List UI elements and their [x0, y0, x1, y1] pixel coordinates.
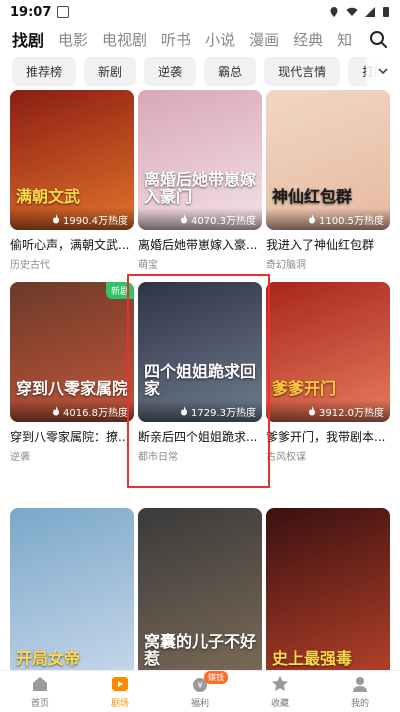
cover-title: 穿到八零家属院	[16, 379, 129, 399]
svg-text:¥: ¥	[197, 681, 202, 690]
nav-home[interactable]: 首页	[0, 671, 80, 712]
drama-title: 偷听心声，满朝文武...	[10, 238, 130, 252]
nav-label: 首页	[30, 699, 49, 709]
earn-money-badge: 赚钱	[204, 671, 228, 684]
cover-title: 满朝文武	[16, 187, 81, 207]
drama-title: 爹爹开门，我带剧本...	[266, 430, 386, 444]
drama-card[interactable]: 离婚后她带崽嫁入豪门 4070.3万热度 离婚后她带崽嫁入豪... 萌宝	[138, 90, 262, 271]
heat-value: 4016.8万热度	[63, 407, 128, 419]
signal-icon	[365, 7, 375, 17]
drama-card[interactable]: 史上最强毒	[266, 508, 390, 670]
status-icons	[328, 6, 390, 18]
cover-title: 离婚后她带崽嫁入豪门	[144, 170, 257, 207]
drama-cover: 开局女帝	[10, 508, 134, 670]
heat-label: 3912.0万热度	[266, 400, 390, 422]
tag-comeback[interactable]: 逆袭	[144, 56, 197, 86]
drama-genre: 古风权谋	[266, 452, 306, 463]
nav-theater[interactable]: 剧场	[80, 671, 160, 712]
drama-title: 穿到八零家属院：撩...	[10, 430, 130, 444]
drama-card[interactable]: 爹爹开门 3912.0万热度 爹爹开门，我带剧本... 古风权谋	[266, 282, 390, 463]
chevron-down-icon	[378, 68, 388, 75]
tag-modern-romance[interactable]: 现代言情	[264, 56, 341, 86]
battery-icon	[383, 7, 389, 17]
drama-title: 离婚后她带崽嫁入豪...	[138, 238, 258, 252]
heat-value: 4070.3万热度	[191, 215, 256, 227]
drama-cover: 穿到八零家属院 新剧 4016.8万热度	[10, 282, 134, 422]
nav-profile[interactable]: 我的	[320, 671, 400, 712]
tab-knowledge[interactable]: 知	[337, 29, 352, 50]
drama-card[interactable]: 满朝文武 1990.4万热度 偷听心声，满朝文武... 历史古代	[10, 90, 134, 271]
flame-icon	[53, 214, 59, 224]
drama-cover: 神仙红包群 1100.5万热度	[266, 90, 390, 230]
drama-cover: 离婚后她带崽嫁入豪门 4070.3万热度	[138, 90, 262, 230]
tag-ranking[interactable]: 推荐榜	[12, 56, 77, 86]
flame-icon	[309, 214, 315, 224]
drama-genre: 逆袭	[10, 452, 30, 463]
cover-title: 神仙红包群	[272, 187, 353, 207]
nav-favorites[interactable]: 收藏	[240, 671, 320, 712]
home-icon	[33, 677, 47, 691]
cover-title: 窝囊的儿子不好惹	[144, 632, 257, 669]
cover-art	[10, 508, 134, 670]
tag-ceo[interactable]: 霸总	[204, 56, 257, 86]
heat-value: 3912.0万热度	[319, 407, 384, 419]
tab-tv-series[interactable]: 电视剧	[102, 29, 147, 50]
category-tabs: 找剧 电影 电视剧 听书 小说 漫画 经典 知	[0, 24, 400, 54]
drama-title: 我进入了神仙红包群	[266, 238, 375, 252]
nav-welfare[interactable]: ¥ 赚钱 福利	[160, 671, 240, 712]
filter-tags: 推荐榜 新剧 逆袭 霸总 现代言情 打脸	[0, 56, 400, 86]
tab-find-drama[interactable]: 找剧	[12, 27, 44, 51]
drama-genre: 历史古代	[10, 260, 50, 271]
nav-label: 我的	[350, 699, 369, 709]
heat-label: 4070.3万热度	[138, 208, 262, 230]
nav-label: 剧场	[110, 699, 129, 709]
heat-label: 4016.8万热度	[10, 400, 134, 422]
drama-cover: 史上最强毒	[266, 508, 390, 670]
drama-genre: 萌宝	[138, 260, 158, 271]
selection-highlight	[127, 274, 270, 488]
heat-label: 1100.5万热度	[266, 208, 390, 230]
wifi-icon	[346, 7, 358, 16]
tag-new-drama[interactable]: 新剧	[84, 56, 137, 86]
drama-card[interactable]: 神仙红包群 1100.5万热度 我进入了神仙红包群 奇幻脑洞	[266, 90, 390, 271]
heat-value: 1990.4万热度	[63, 215, 128, 227]
tab-novel[interactable]: 小说	[205, 29, 235, 50]
gallery-icon	[57, 6, 70, 18]
drama-cover: 满朝文武 1990.4万热度	[10, 90, 134, 230]
flame-icon	[53, 406, 59, 416]
bottom-nav: 首页 剧场 ¥ 赚钱 福利 收藏 我的	[0, 670, 400, 712]
drama-card[interactable]: 开局女帝	[10, 508, 134, 670]
heat-label: 1990.4万热度	[10, 208, 134, 230]
user-icon	[353, 677, 367, 692]
cover-title: 开局女帝	[16, 649, 81, 669]
drama-cover: 窝囊的儿子不好惹	[138, 508, 262, 670]
drama-card[interactable]: 穿到八零家属院 新剧 4016.8万热度 穿到八零家属院：撩... 逆袭	[10, 282, 134, 463]
tags-expand-button[interactable]	[366, 56, 400, 86]
flame-icon	[181, 214, 187, 224]
status-bar: 19:07	[0, 0, 400, 24]
cover-art	[266, 508, 390, 670]
drama-grid: 满朝文武 1990.4万热度 偷听心声，满朝文武... 历史古代 离婚后她带崽嫁…	[0, 90, 400, 670]
drama-card[interactable]: 窝囊的儿子不好惹	[138, 508, 262, 670]
search-icon[interactable]	[368, 29, 388, 49]
location-icon	[330, 7, 338, 17]
play-icon	[112, 677, 128, 691]
nav-label: 福利	[190, 699, 209, 709]
nav-label: 收藏	[270, 699, 289, 709]
drama-cover: 爹爹开门 3912.0万热度	[266, 282, 390, 422]
tab-movie[interactable]: 电影	[58, 29, 88, 50]
flame-icon	[309, 406, 315, 416]
tab-comic[interactable]: 漫画	[249, 29, 279, 50]
drama-genre: 奇幻脑洞	[266, 260, 306, 271]
heat-value: 1100.5万热度	[319, 215, 384, 227]
status-time: 19:07	[10, 4, 52, 20]
cover-title: 爹爹开门	[272, 379, 337, 399]
star-icon	[272, 676, 288, 691]
cover-title: 史上最强毒	[272, 649, 353, 669]
tab-audiobook[interactable]: 听书	[161, 29, 191, 50]
tab-classic[interactable]: 经典	[293, 29, 323, 50]
